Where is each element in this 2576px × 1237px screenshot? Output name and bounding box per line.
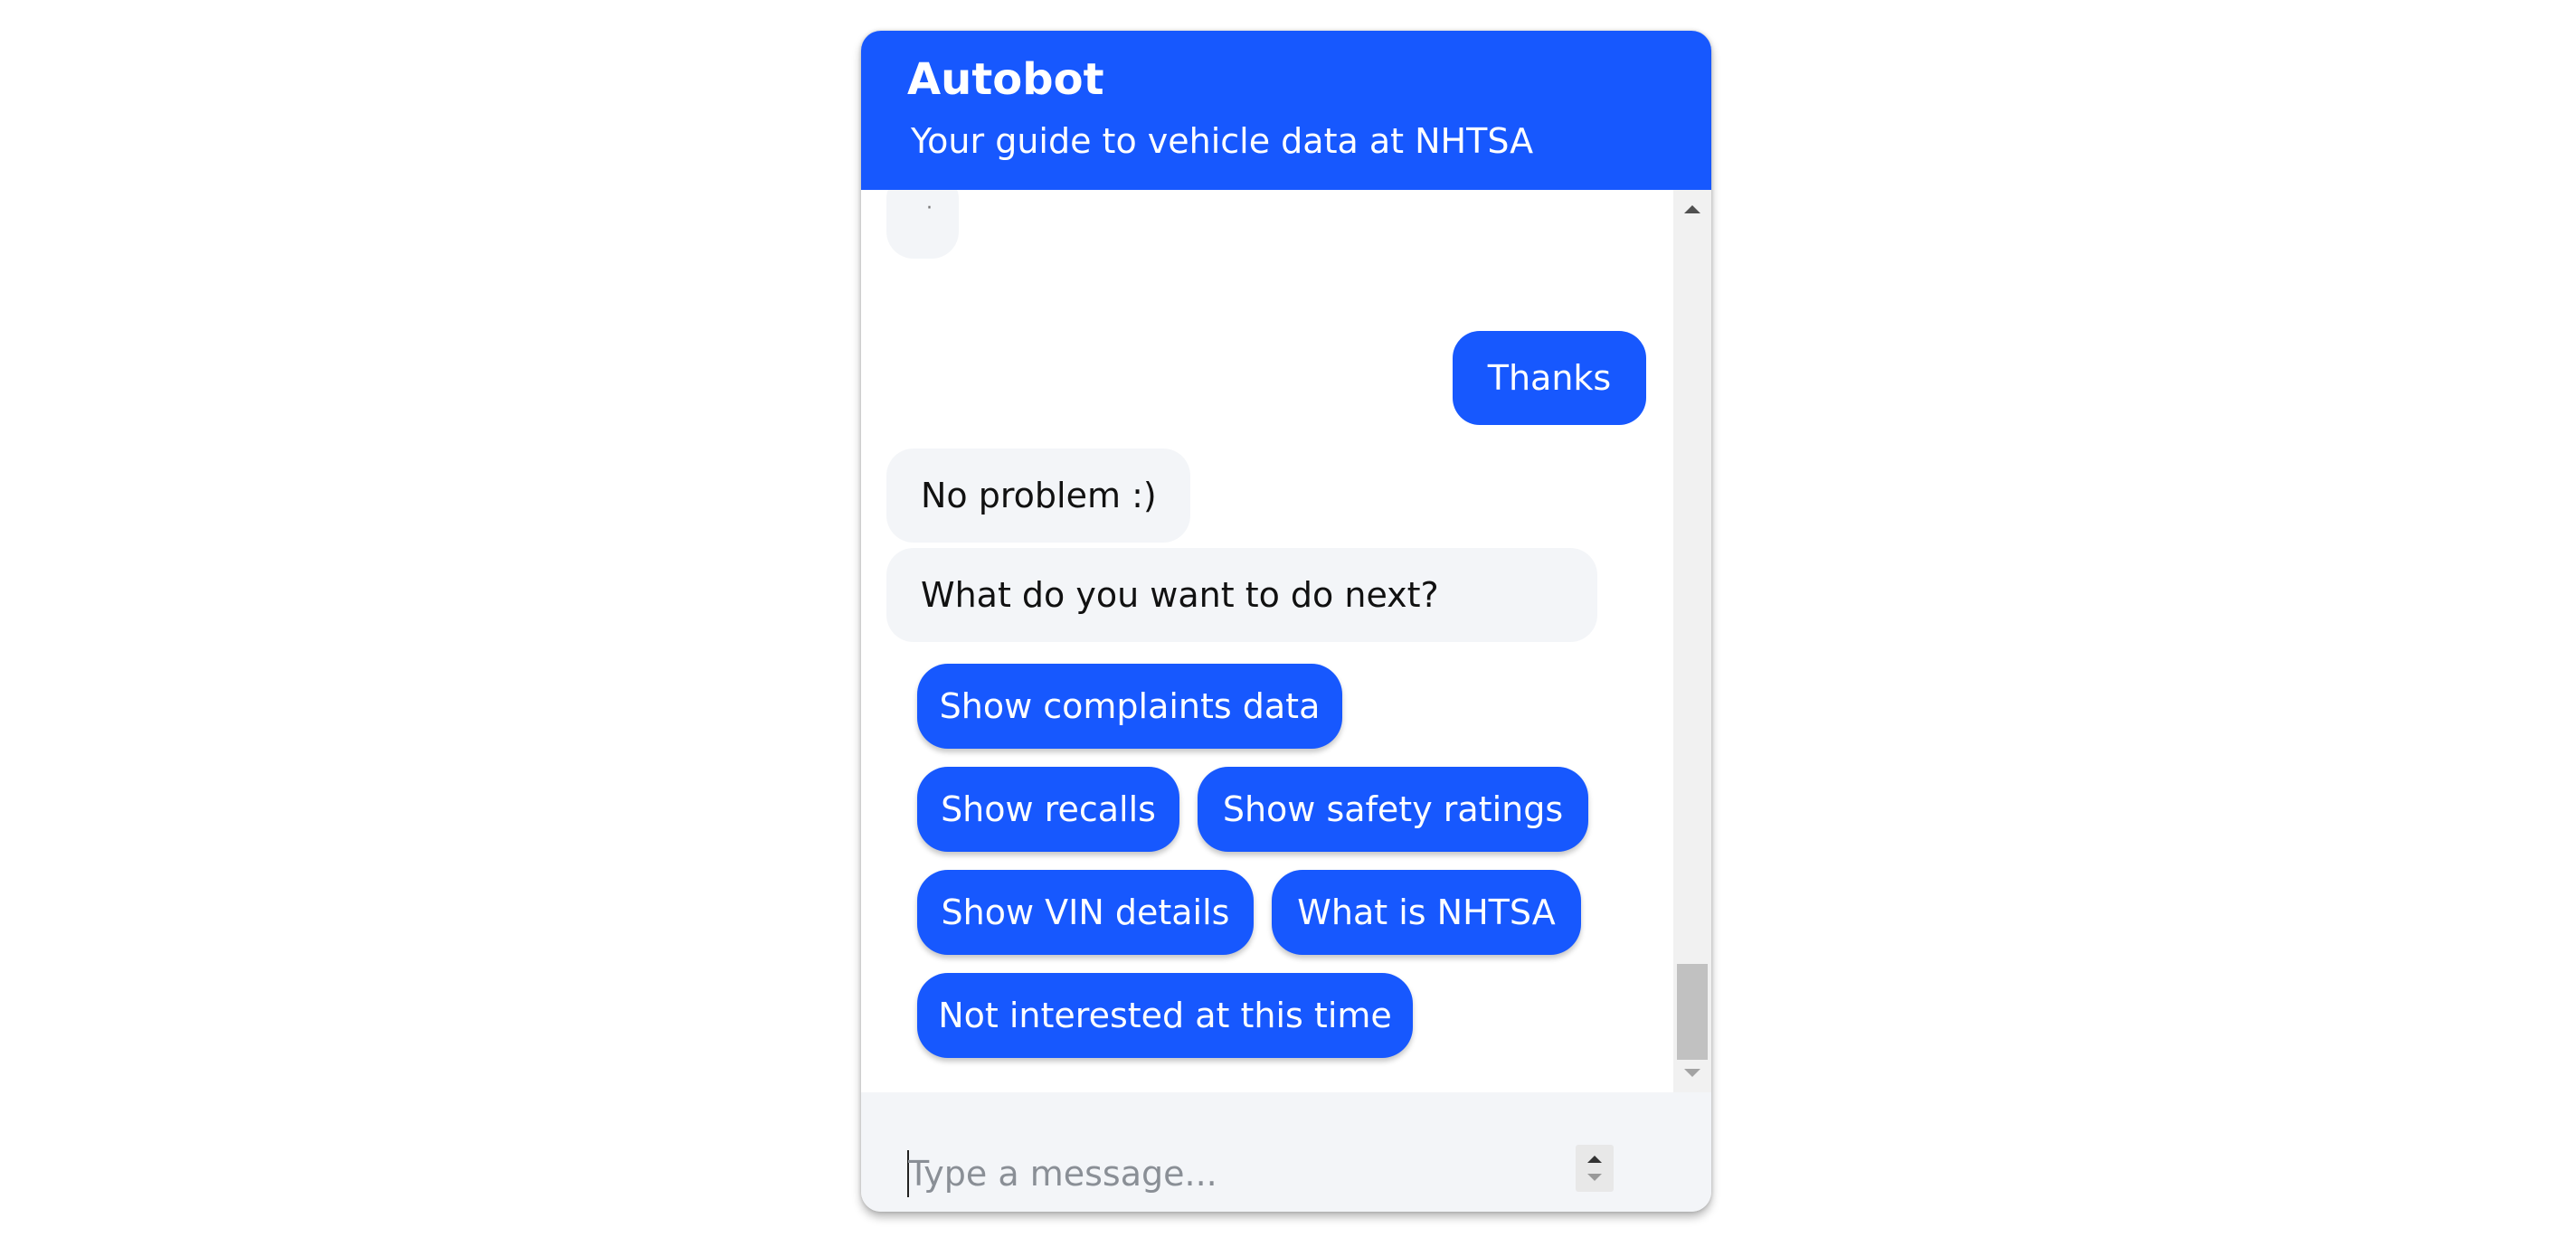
chat-header: Autobot Your guide to vehicle data at NH… xyxy=(861,31,1711,190)
message-composer xyxy=(861,1092,1711,1212)
quick-reply-safety-ratings-button[interactable]: Show safety ratings xyxy=(1198,767,1588,852)
bot-message-bubble: No problem :) xyxy=(886,449,1190,543)
typing-indicator: · xyxy=(926,197,933,220)
user-message-bubble: Thanks xyxy=(1453,331,1646,425)
message-scrollbar[interactable] xyxy=(1673,190,1711,1092)
chat-subtitle: Your guide to vehicle data at NHTSA xyxy=(911,121,1534,161)
scroll-thumb[interactable] xyxy=(1677,964,1708,1060)
scroll-up-icon[interactable] xyxy=(1673,190,1711,228)
bot-prompt-bubble: What do you want to do next? xyxy=(886,548,1597,642)
quick-reply-recalls-button[interactable]: Show recalls xyxy=(917,767,1179,852)
page: Autobot Your guide to vehicle data at NH… xyxy=(0,0,2576,1237)
stepper-icon[interactable] xyxy=(1576,1145,1614,1192)
quick-reply-not-interested-button[interactable]: Not interested at this time xyxy=(917,973,1413,1058)
message-input[interactable] xyxy=(908,1145,1541,1203)
chat-widget: Autobot Your guide to vehicle data at NH… xyxy=(861,31,1711,1212)
quick-reply-vin-details-button[interactable]: Show VIN details xyxy=(917,870,1254,955)
chat-title: Autobot xyxy=(907,54,1104,105)
quick-reply-what-is-nhtsa-button[interactable]: What is NHTSA xyxy=(1272,870,1581,955)
quick-reply-complaints-button[interactable]: Show complaints data xyxy=(917,664,1342,749)
message-list[interactable]: · Thanks No problem :) What do you want … xyxy=(861,190,1673,1092)
scroll-down-icon[interactable] xyxy=(1673,1054,1711,1092)
typing-bubble: · xyxy=(886,190,959,259)
